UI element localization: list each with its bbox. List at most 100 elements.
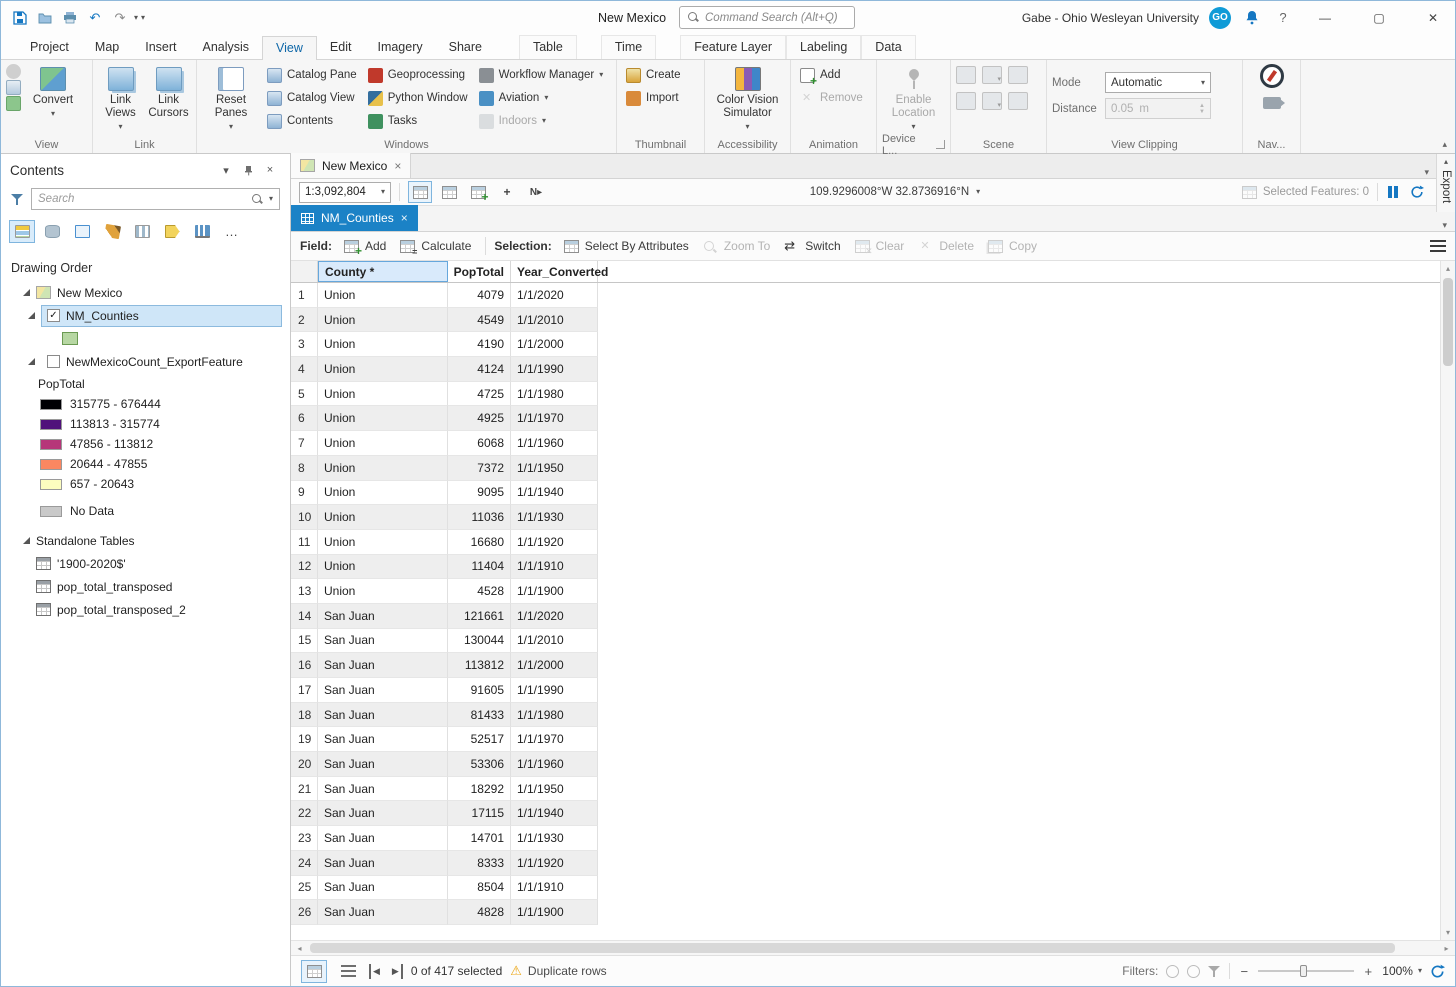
table-cell[interactable]: 1/1/1970 bbox=[511, 727, 598, 753]
horizontal-scrollbar[interactable]: ◂ ▸ bbox=[291, 940, 1455, 955]
pane-menu-icon[interactable]: ▾ bbox=[215, 159, 237, 181]
table-cell[interactable]: 1/1/1990 bbox=[511, 357, 598, 382]
add-button[interactable]: Add bbox=[338, 236, 392, 258]
vertical-scrollbar[interactable]: ▴ ▾ bbox=[1440, 261, 1455, 940]
tasks-button[interactable]: Tasks bbox=[364, 110, 472, 132]
table-row[interactable]: 25 San Juan 8504 1/1/1910 bbox=[291, 875, 1440, 901]
standalone-table-item[interactable]: pop_total_transposed_2 bbox=[1, 598, 290, 621]
table-row[interactable]: 16 San Juan 113812 1/1/2000 bbox=[291, 653, 1440, 678]
table-row[interactable]: 2 Union 4549 1/1/2010 bbox=[291, 307, 1440, 333]
clipping-mode-select[interactable]: Automatic ▾ bbox=[1105, 72, 1211, 93]
pause-drawing-icon[interactable] bbox=[1386, 185, 1400, 199]
table-cell[interactable]: 11404 bbox=[448, 554, 511, 580]
row-number-cell[interactable]: 1 bbox=[291, 283, 318, 308]
table-cell[interactable]: 1/1/1960 bbox=[511, 431, 598, 456]
table-cell[interactable]: 8333 bbox=[448, 850, 511, 876]
dialog-launcher-icon[interactable] bbox=[936, 140, 945, 149]
row-number-cell[interactable]: 25 bbox=[291, 875, 318, 901]
table-cell[interactable]: 7372 bbox=[448, 455, 511, 481]
ribbon-tab-labeling[interactable]: Labeling bbox=[786, 35, 862, 59]
navigator-icon[interactable] bbox=[1259, 64, 1284, 88]
indoors-button[interactable]: Indoors ▾ bbox=[475, 110, 608, 132]
table-cell[interactable]: Union bbox=[318, 529, 448, 555]
filter-icon[interactable] bbox=[11, 193, 24, 206]
table-cell[interactable]: San Juan bbox=[318, 702, 448, 728]
table-cell[interactable]: 1/1/1930 bbox=[511, 826, 598, 851]
tree-item-standalone-tables[interactable]: Standalone Tables bbox=[1, 529, 290, 552]
north-arrow-icon[interactable]: N▸ bbox=[524, 181, 548, 203]
scene-tool-1-icon[interactable] bbox=[956, 66, 976, 84]
table-cell[interactable]: 8504 bbox=[448, 875, 511, 901]
expander-icon[interactable] bbox=[23, 537, 30, 544]
table-cell[interactable]: San Juan bbox=[318, 653, 448, 678]
ribbon-tab-imagery[interactable]: Imagery bbox=[364, 36, 435, 59]
table-cell[interactable]: 14701 bbox=[448, 826, 511, 851]
tab-overflow-icon[interactable]: ▾ bbox=[1442, 220, 1455, 231]
table-cell[interactable]: 1/1/1930 bbox=[511, 505, 598, 530]
scene-tool-3-icon[interactable] bbox=[1008, 66, 1028, 84]
table-row[interactable]: 4 Union 4124 1/1/1990 bbox=[291, 357, 1440, 382]
standalone-table-item[interactable]: pop_total_transposed bbox=[1, 575, 290, 598]
range-filter-icon[interactable] bbox=[1187, 964, 1201, 978]
list-by-selection-button[interactable] bbox=[69, 220, 95, 243]
list-by-labeling-button[interactable] bbox=[159, 220, 185, 243]
table-cell[interactable]: Union bbox=[318, 381, 448, 407]
select-by-attributes-button[interactable]: Select By Attributes bbox=[558, 236, 695, 256]
table-cell[interactable]: 1/1/1980 bbox=[511, 381, 598, 407]
table-cell[interactable]: 1/1/1910 bbox=[511, 875, 598, 901]
table-cell[interactable]: San Juan bbox=[318, 727, 448, 753]
print-icon[interactable] bbox=[59, 6, 81, 30]
save-icon[interactable] bbox=[9, 6, 31, 30]
link-cursors-button[interactable]: Link Cursors bbox=[146, 64, 191, 123]
table-cell[interactable]: Union bbox=[318, 480, 448, 506]
row-number-cell[interactable]: 18 bbox=[291, 702, 318, 728]
table-cell[interactable]: Union bbox=[318, 431, 448, 456]
avatar[interactable]: GO bbox=[1209, 6, 1231, 29]
redo-dropdown-icon[interactable]: ▾ bbox=[134, 13, 138, 22]
scene-tool-4-icon[interactable] bbox=[956, 92, 976, 110]
contents-button[interactable]: Contents bbox=[263, 110, 361, 132]
list-by-editing-button[interactable] bbox=[99, 220, 125, 243]
ribbon-tab-edit[interactable]: Edit bbox=[317, 36, 365, 59]
workflow-manager-button[interactable]: Workflow Manager ▾ bbox=[475, 64, 608, 86]
ribbon-tab-data[interactable]: Data bbox=[861, 35, 916, 59]
table-cell[interactable]: 1/1/1970 bbox=[511, 406, 598, 432]
last-record-button[interactable]: ▶ bbox=[390, 963, 403, 979]
chevron-down-icon[interactable]: ▾ bbox=[269, 195, 273, 203]
zoom-slider[interactable] bbox=[1258, 965, 1355, 977]
python-window-button[interactable]: Python Window bbox=[364, 87, 472, 109]
table-cell[interactable]: Union bbox=[318, 332, 448, 358]
edit-filter-icon[interactable] bbox=[1208, 965, 1221, 978]
row-number-cell[interactable]: 24 bbox=[291, 850, 318, 876]
ribbon-tab-view[interactable]: View bbox=[262, 36, 317, 60]
table-cell[interactable]: 1/1/1940 bbox=[511, 480, 598, 506]
table-row[interactable]: 20 San Juan 53306 1/1/1960 bbox=[291, 752, 1440, 777]
close-pane-icon[interactable]: × bbox=[259, 159, 281, 181]
layer-checkbox[interactable] bbox=[47, 355, 60, 368]
table-cell[interactable]: San Juan bbox=[318, 850, 448, 876]
table-row[interactable]: 10 Union 11036 1/1/1930 bbox=[291, 505, 1440, 530]
table-cell[interactable]: Union bbox=[318, 554, 448, 580]
table-cell[interactable]: Union bbox=[318, 455, 448, 481]
scrollbar-thumb[interactable] bbox=[1443, 278, 1453, 366]
remove-animation-button[interactable]: Remove bbox=[796, 87, 867, 109]
link-views-button[interactable]: Link Views ▾ bbox=[98, 64, 143, 134]
table-row[interactable]: 18 San Juan 81433 1/1/1980 bbox=[291, 702, 1440, 728]
ribbon-tab-share[interactable]: Share bbox=[436, 36, 495, 59]
options-button[interactable]: … bbox=[219, 220, 245, 243]
table-row[interactable]: 15 San Juan 130044 1/1/2010 bbox=[291, 628, 1440, 654]
table-row[interactable]: 19 San Juan 52517 1/1/1970 bbox=[291, 727, 1440, 753]
row-number-cell[interactable]: 4 bbox=[291, 357, 318, 382]
table-cell[interactable]: 81433 bbox=[448, 702, 511, 728]
table-cell[interactable]: 9095 bbox=[448, 480, 511, 506]
scroll-down-icon[interactable]: ▾ bbox=[1441, 925, 1455, 940]
scroll-up-icon[interactable]: ▴ bbox=[1441, 261, 1455, 276]
help-icon[interactable]: ? bbox=[1273, 10, 1293, 25]
map-view-tab[interactable]: New Mexico × bbox=[291, 153, 412, 178]
create-thumbnail-button[interactable]: Create bbox=[622, 64, 685, 86]
table-row[interactable]: 8 Union 7372 1/1/1950 bbox=[291, 455, 1440, 481]
table-row[interactable]: 12 Union 11404 1/1/1910 bbox=[291, 554, 1440, 580]
view-tool-panes-icon[interactable] bbox=[6, 80, 21, 95]
table-cell[interactable]: 17115 bbox=[448, 801, 511, 827]
table-row[interactable]: 7 Union 6068 1/1/1960 bbox=[291, 431, 1440, 456]
